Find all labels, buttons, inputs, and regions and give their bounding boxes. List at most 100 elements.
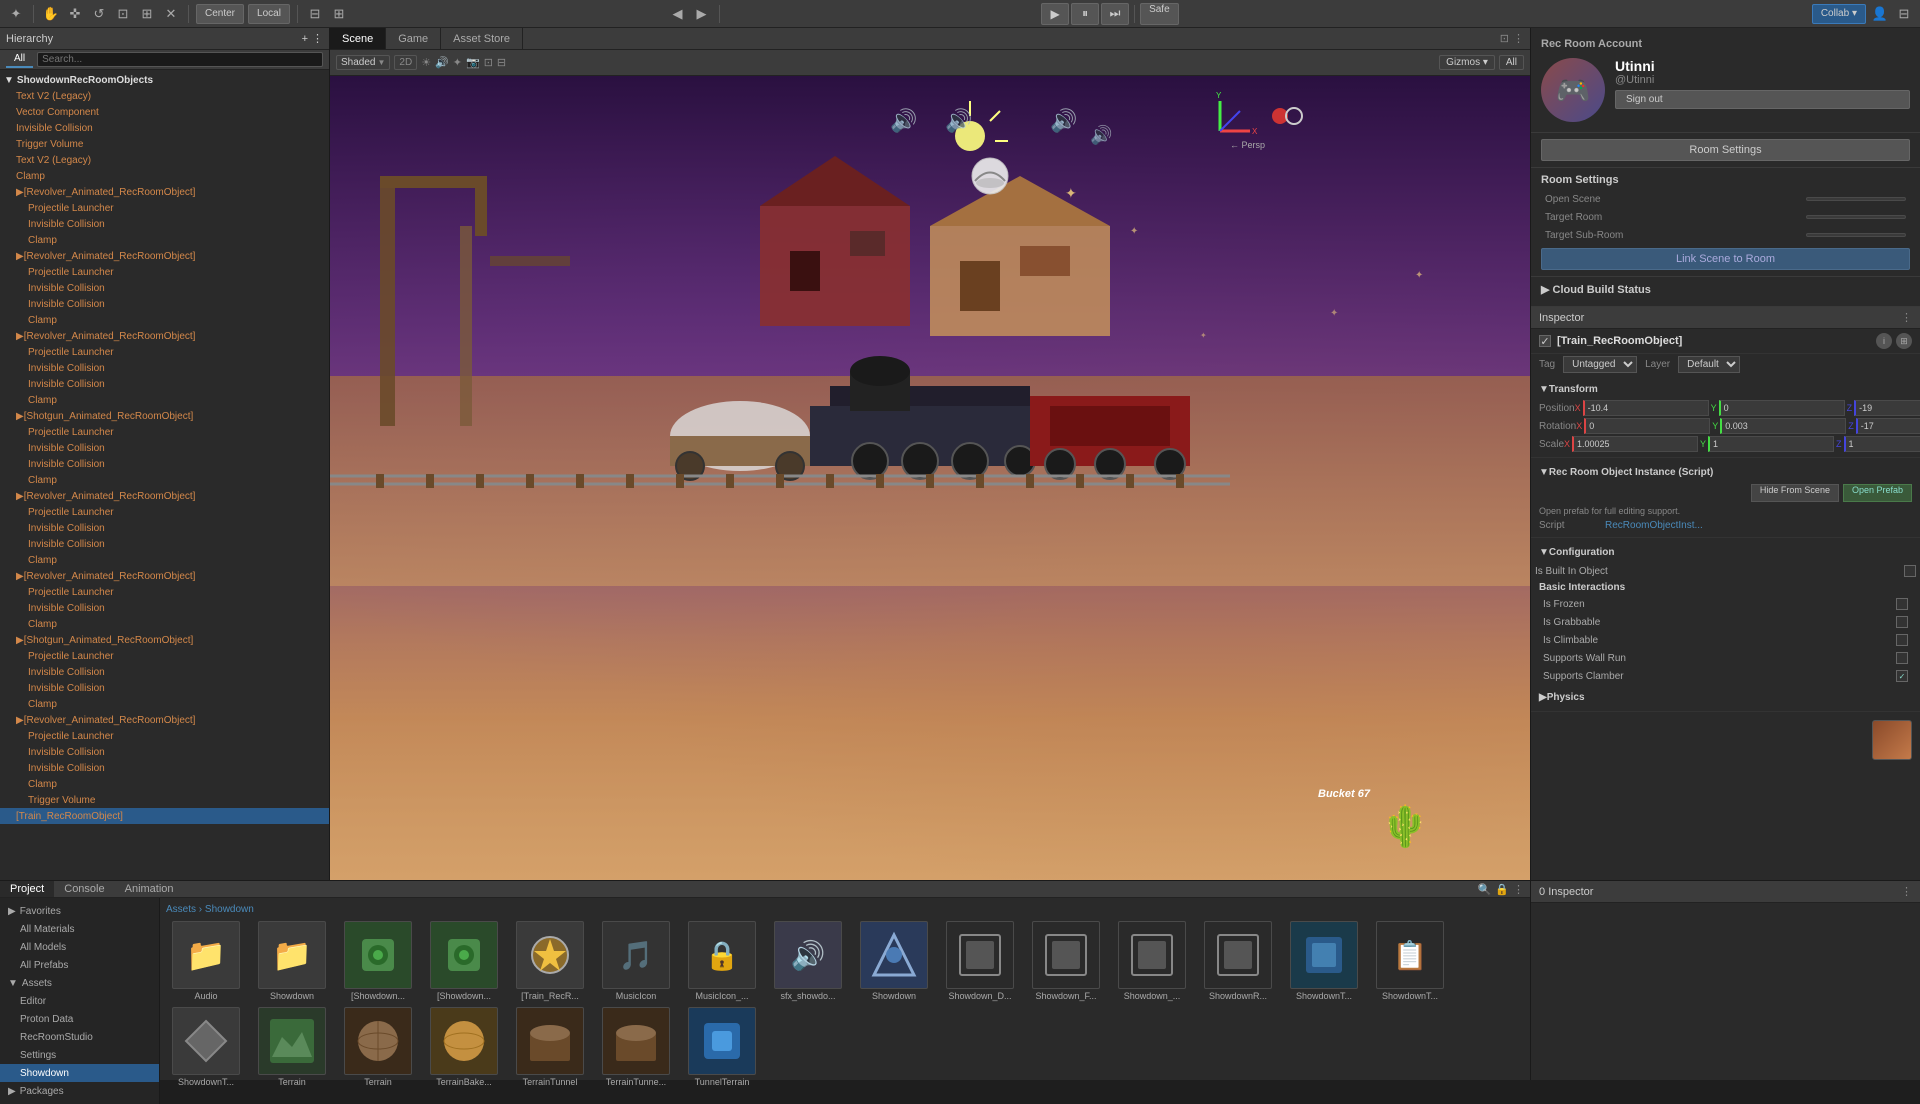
hide-from-scene-button[interactable]: Hide From Scene (1751, 484, 1839, 502)
hierarchy-options-icon[interactable]: ⋮ (312, 32, 323, 45)
list-item[interactable]: ▶ [Revolver_Animated_RecRoomObject] (0, 488, 329, 504)
tool-hand[interactable]: ✋ (41, 4, 61, 24)
play-button[interactable]: ▶ (1041, 3, 1069, 25)
shaded-dropdown[interactable]: Shaded ▼ (336, 55, 390, 70)
sidebar-item-all-prefabs[interactable]: All Prefabs (0, 956, 159, 974)
fx-icon[interactable]: ✦ (453, 56, 462, 69)
asset-item-showdown2[interactable]: [Showdown... (424, 921, 504, 1001)
asset-item-showdownt3[interactable]: ShowdownT... (166, 1007, 246, 1087)
breadcrumb-showdown[interactable]: Showdown (205, 904, 254, 915)
pivot-btn[interactable]: Center (196, 4, 244, 24)
list-item[interactable]: Invisible Collision (0, 376, 329, 392)
asset-item-sfx[interactable]: 🔊 sfx_showdo... (768, 921, 848, 1001)
asset-item-showdown-f[interactable]: Showdown_F... (1026, 921, 1106, 1001)
tag-dropdown[interactable]: Untagged (1563, 356, 1637, 373)
asset-item-terrainbake[interactable]: TerrainBake... (424, 1007, 504, 1087)
position-x-input[interactable] (1583, 400, 1709, 416)
list-item[interactable]: Clamp (0, 232, 329, 248)
project-search-icon[interactable]: 🔍 (1478, 883, 1492, 896)
is-grabbable-checkbox[interactable] (1896, 616, 1908, 628)
safe-button[interactable]: Safe (1140, 3, 1179, 25)
list-item[interactable]: Clamp (0, 696, 329, 712)
scale-y-input[interactable] (1708, 436, 1834, 452)
list-item[interactable]: ▶ [Revolver_Animated_RecRoomObject] (0, 248, 329, 264)
list-item[interactable]: Clamp (0, 392, 329, 408)
list-item[interactable]: Invisible Collision (0, 120, 329, 136)
hierarchy-search-input[interactable] (37, 52, 323, 67)
list-item[interactable]: Projectile Launcher (0, 728, 329, 744)
sidebar-item-rec-room-studio[interactable]: RecRoomStudio (0, 1028, 159, 1046)
list-item[interactable]: ▶ [Shotgun_Animated_RecRoomObject] (0, 408, 329, 424)
asset-item-showdown3[interactable]: Showdown (854, 921, 934, 1001)
layer-dropdown[interactable]: Default (1678, 356, 1740, 373)
target-room-value[interactable] (1806, 215, 1906, 219)
scene-tab-game[interactable]: Game (386, 28, 441, 49)
layer-icon[interactable]: ⊟ (1894, 4, 1914, 24)
twod-btn[interactable]: 2D (394, 55, 417, 70)
asset-item-showdown-r[interactable]: ShowdownR... (1198, 921, 1278, 1001)
maximize-icon[interactable]: ⊡ (1500, 32, 1509, 45)
asset-item-musicicon[interactable]: 🎵 MusicIcon (596, 921, 676, 1001)
list-item[interactable]: Invisible Collision (0, 360, 329, 376)
built-in-checkbox[interactable] (1904, 565, 1916, 577)
scene-gizmo-icon[interactable]: ⊡ (484, 56, 493, 69)
list-item[interactable]: Clamp (0, 776, 329, 792)
list-item[interactable]: Clamp (0, 616, 329, 632)
list-item[interactable]: Clamp (0, 472, 329, 488)
list-item[interactable]: ▶ [Shotgun_Animated_RecRoomObject] (0, 632, 329, 648)
sidebar-item-favorites[interactable]: ▶Favorites (0, 902, 159, 920)
sidebar-item-showdown[interactable]: Showdown (0, 1064, 159, 1082)
tool-transform[interactable]: ✕ (161, 4, 181, 24)
list-item[interactable]: Invisible Collision (0, 520, 329, 536)
tool-scale[interactable]: ⊡ (113, 4, 133, 24)
undo-btn[interactable]: ◀ (668, 4, 688, 24)
list-item[interactable]: Text V2 (Legacy) (0, 152, 329, 168)
script-section-header[interactable]: ▼ Rec Room Object Instance (Script) (1531, 462, 1920, 482)
list-item[interactable]: Invisible Collision (0, 536, 329, 552)
asset-item-audio[interactable]: 📁 Audio (166, 921, 246, 1001)
project-tab-console[interactable]: Console (54, 881, 114, 897)
list-item[interactable]: Clamp (0, 312, 329, 328)
grid-icon[interactable]: ⊞ (329, 4, 349, 24)
sidebar-item-editor[interactable]: Editor (0, 992, 159, 1010)
scale-x-input[interactable] (1572, 436, 1698, 452)
list-item[interactable]: ▶ [Revolver_Animated_RecRoomObject] (0, 328, 329, 344)
sidebar-item-all-models[interactable]: All Models (0, 938, 159, 956)
list-item[interactable]: Projectile Launcher (0, 504, 329, 520)
list-item[interactable]: Clamp (0, 168, 329, 184)
info-icon[interactable]: i (1876, 333, 1892, 349)
rotation-x-input[interactable] (1584, 418, 1710, 434)
hierarchy-root-item[interactable]: ▼ ShowdownRecRoomObjects (0, 72, 329, 88)
sign-out-button[interactable]: Sign out (1615, 90, 1910, 109)
tool-move[interactable]: ✜ (65, 4, 85, 24)
supports-clamber-checkbox[interactable]: ✓ (1896, 670, 1908, 682)
light-icon[interactable]: ☀ (421, 56, 431, 69)
physics-header[interactable]: ▶ Physics (1531, 687, 1920, 707)
asset-item-terrain[interactable]: Terrain (252, 1007, 332, 1087)
is-climbable-checkbox[interactable] (1896, 634, 1908, 646)
asset-item-showdown-w[interactable]: Showdown_... (1112, 921, 1192, 1001)
rotation-z-input[interactable] (1856, 418, 1920, 434)
list-item[interactable]: Invisible Collision (0, 664, 329, 680)
account-icon[interactable]: 👤 (1870, 4, 1890, 24)
object-active-checkbox[interactable]: ✓ (1539, 335, 1551, 347)
all-layers-dropdown[interactable]: All (1499, 55, 1524, 70)
project-tab-animation[interactable]: Animation (115, 881, 184, 897)
link-scene-button[interactable]: Link Scene to Room (1541, 248, 1910, 270)
scene-options-icon[interactable]: ⋮ (1513, 32, 1524, 45)
unity-logo-icon[interactable]: ✦ (6, 4, 26, 24)
sidebar-item-packages[interactable]: ▶Packages (0, 1082, 159, 1100)
open-prefab-button[interactable]: Open Prefab (1843, 484, 1912, 502)
is-frozen-checkbox[interactable] (1896, 598, 1908, 610)
hierarchy-selected-item[interactable]: [Train_RecRoomObject] (0, 808, 329, 824)
sidebar-item-proton-data[interactable]: Proton Data (0, 1010, 159, 1028)
supports-wall-run-checkbox[interactable] (1896, 652, 1908, 664)
list-item[interactable]: ▶ [Revolver_Animated_RecRoomObject] (0, 712, 329, 728)
transform-header[interactable]: ▼ Transform (1531, 379, 1920, 399)
asset-item-showdown[interactable]: 📁 Showdown (252, 921, 332, 1001)
asset-item-showdown1[interactable]: [Showdown... (338, 921, 418, 1001)
project-lock-icon[interactable]: 🔒 (1495, 883, 1509, 896)
step-button[interactable]: ⏭ (1101, 3, 1129, 25)
list-item[interactable]: Invisible Collision (0, 280, 329, 296)
list-item[interactable]: Invisible Collision (0, 760, 329, 776)
